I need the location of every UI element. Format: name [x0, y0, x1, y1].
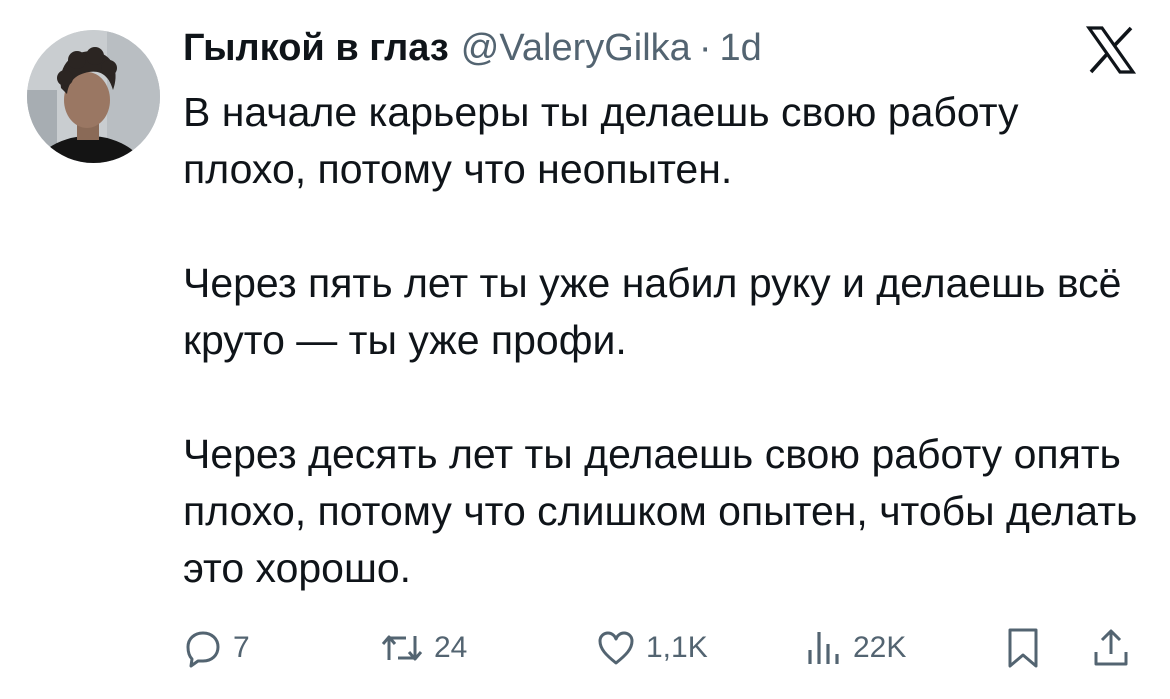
bookmark-button[interactable] — [1003, 618, 1043, 678]
views-icon — [803, 628, 843, 668]
avatar-image — [27, 30, 160, 163]
views-count: 22K — [853, 631, 907, 664]
reply-button[interactable]: 7 — [183, 618, 250, 678]
reply-icon — [183, 628, 223, 668]
retweet-button[interactable]: 24 — [380, 618, 467, 678]
bookmark-icon — [1003, 626, 1043, 670]
retweet-count: 24 — [434, 631, 468, 664]
tweet-header: Гылкой в глаз @ValeryGilka · 1d — [183, 26, 762, 70]
views-button[interactable]: 22K — [803, 618, 906, 678]
avatar[interactable] — [27, 30, 160, 163]
share-icon — [1091, 626, 1131, 670]
tweet-actions: 7 24 1,1K 22K — [183, 618, 1143, 678]
share-button[interactable] — [1091, 618, 1131, 678]
author-display-name[interactable]: Гылкой в глаз — [183, 26, 449, 70]
reply-count: 7 — [233, 631, 250, 664]
like-button[interactable]: 1,1K — [596, 618, 708, 678]
tweet-timestamp[interactable]: 1d — [719, 26, 761, 70]
like-count: 1,1K — [646, 631, 708, 664]
tweet-paragraph: Через десять лет ты делаешь свою работу … — [183, 431, 1138, 591]
tweet-paragraph: В начале карьеры ты делаешь свою работу … — [183, 89, 1019, 192]
tweet-text: В начале карьеры ты делаешь свою работу … — [183, 84, 1143, 597]
author-handle[interactable]: @ValeryGilka — [461, 26, 691, 70]
heart-icon — [596, 628, 636, 668]
x-logo-icon — [1085, 24, 1137, 76]
header-separator: · — [698, 27, 712, 69]
tweet-paragraph: Через пять лет ты уже набил руку и делае… — [183, 260, 1122, 363]
retweet-icon — [380, 628, 424, 668]
